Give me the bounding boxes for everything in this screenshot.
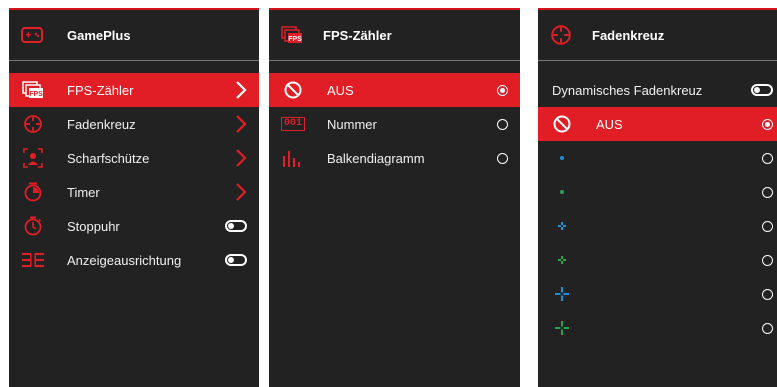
crosshair-icon — [550, 24, 572, 46]
fps-counter-header: FPS FPS-Zähler — [269, 10, 520, 60]
fps-counter-title: FPS-Zähler — [323, 27, 392, 43]
gameplus-panel: GamePlus FPS FPS-Zähler Fadenkreuz Schar… — [9, 8, 259, 387]
fps-option-label: AUS — [327, 82, 354, 98]
stopwatch-toggle[interactable] — [225, 220, 247, 232]
header-divider — [269, 60, 520, 61]
crosshair-option-blue-dot[interactable] — [538, 141, 777, 175]
display-alignment-icon — [21, 248, 45, 272]
crosshair-option-large-blue-cross[interactable] — [538, 277, 777, 311]
large-green-cross-icon — [550, 316, 574, 340]
crosshair-option-label: AUS — [596, 116, 623, 132]
gameplus-header: GamePlus — [9, 10, 259, 60]
timer-icon — [21, 180, 45, 204]
fps-option-label: Nummer — [327, 116, 377, 132]
header-divider — [9, 60, 259, 61]
header-divider — [538, 60, 777, 61]
fps-options: AUS 001 Nummer Balkendiagramm — [269, 73, 520, 175]
menu-item-label: Fadenkreuz — [67, 116, 136, 132]
menu-item-display-alignment[interactable]: Anzeigeausrichtung — [9, 243, 259, 277]
menu-item-stopwatch[interactable]: Stoppuhr — [9, 209, 259, 243]
blue-dot-icon — [550, 146, 574, 170]
gameplus-title: GamePlus — [67, 27, 131, 43]
svg-text:FPS: FPS — [288, 36, 302, 43]
menu-item-label: Scharfschütze — [67, 150, 150, 166]
crosshair-panel: Fadenkreuz Dynamisches Fadenkreuz AUS — [538, 8, 777, 387]
large-blue-cross-icon — [550, 282, 574, 306]
radio-unselected[interactable] — [762, 187, 773, 198]
off-icon — [550, 112, 574, 136]
fps-option-off[interactable]: AUS — [269, 73, 520, 107]
crosshair-option-green-dot[interactable] — [538, 175, 777, 209]
fps-option-number[interactable]: 001 Nummer — [269, 107, 520, 141]
fps-option-label: Balkendiagramm — [327, 150, 425, 166]
menu-item-label: Stoppuhr — [67, 218, 120, 234]
menu-item-label: Timer — [67, 184, 100, 200]
menu-item-sniper[interactable]: Scharfschütze — [9, 141, 259, 175]
crosshair-option-large-green-cross[interactable] — [538, 311, 777, 345]
menu-item-label: FPS-Zähler — [67, 82, 134, 98]
off-icon — [281, 78, 305, 102]
radio-selected[interactable] — [762, 119, 773, 130]
fps-icon: FPS — [21, 78, 45, 102]
dynamic-crosshair-label: Dynamisches Fadenkreuz — [552, 82, 703, 98]
radio-selected[interactable] — [497, 85, 508, 96]
dynamic-crosshair-toggle[interactable] — [751, 84, 773, 96]
radio-unselected[interactable] — [762, 221, 773, 232]
radio-unselected[interactable] — [762, 255, 773, 266]
chevron-right-icon — [236, 149, 247, 167]
small-green-cross-icon — [550, 248, 574, 272]
chevron-right-icon — [236, 115, 247, 133]
crosshair-options: Dynamisches Fadenkreuz AUS — [538, 73, 777, 345]
gameplus-menu: FPS FPS-Zähler Fadenkreuz Scharfschütze … — [9, 73, 259, 277]
crosshair-option-small-green-cross[interactable] — [538, 243, 777, 277]
fps-counter-panel: FPS FPS-Zähler AUS 001 Nummer Balkendiag… — [269, 8, 520, 387]
small-blue-cross-icon — [550, 214, 574, 238]
menu-item-fps-counter[interactable]: FPS FPS-Zähler — [9, 73, 259, 107]
display-alignment-toggle[interactable] — [225, 254, 247, 266]
chevron-right-icon — [236, 183, 247, 201]
radio-unselected[interactable] — [762, 323, 773, 334]
gamepad-icon — [21, 24, 43, 46]
menu-item-label: Anzeigeausrichtung — [67, 252, 182, 268]
crosshair-header: Fadenkreuz — [538, 10, 777, 60]
radio-unselected[interactable] — [497, 153, 508, 164]
chevron-right-icon — [236, 81, 247, 99]
menu-item-timer[interactable]: Timer — [9, 175, 259, 209]
number-icon: 001 — [281, 112, 306, 136]
crosshair-icon — [21, 112, 45, 136]
bar-graph-icon — [281, 146, 305, 170]
menu-item-crosshair[interactable]: Fadenkreuz — [9, 107, 259, 141]
dynamic-crosshair-row[interactable]: Dynamisches Fadenkreuz — [538, 73, 777, 107]
radio-unselected[interactable] — [497, 119, 508, 130]
fps-icon: FPS — [281, 24, 303, 46]
crosshair-title: Fadenkreuz — [592, 27, 665, 43]
sniper-icon — [21, 146, 45, 170]
crosshair-option-small-blue-cross[interactable] — [538, 209, 777, 243]
green-dot-icon — [550, 180, 574, 204]
fps-option-bar-graph[interactable]: Balkendiagramm — [269, 141, 520, 175]
radio-unselected[interactable] — [762, 289, 773, 300]
number-icon-text: 001 — [281, 117, 306, 131]
svg-text:FPS: FPS — [29, 91, 43, 98]
radio-unselected[interactable] — [762, 153, 773, 164]
stopwatch-icon — [21, 214, 45, 238]
crosshair-option-off[interactable]: AUS — [538, 107, 777, 141]
